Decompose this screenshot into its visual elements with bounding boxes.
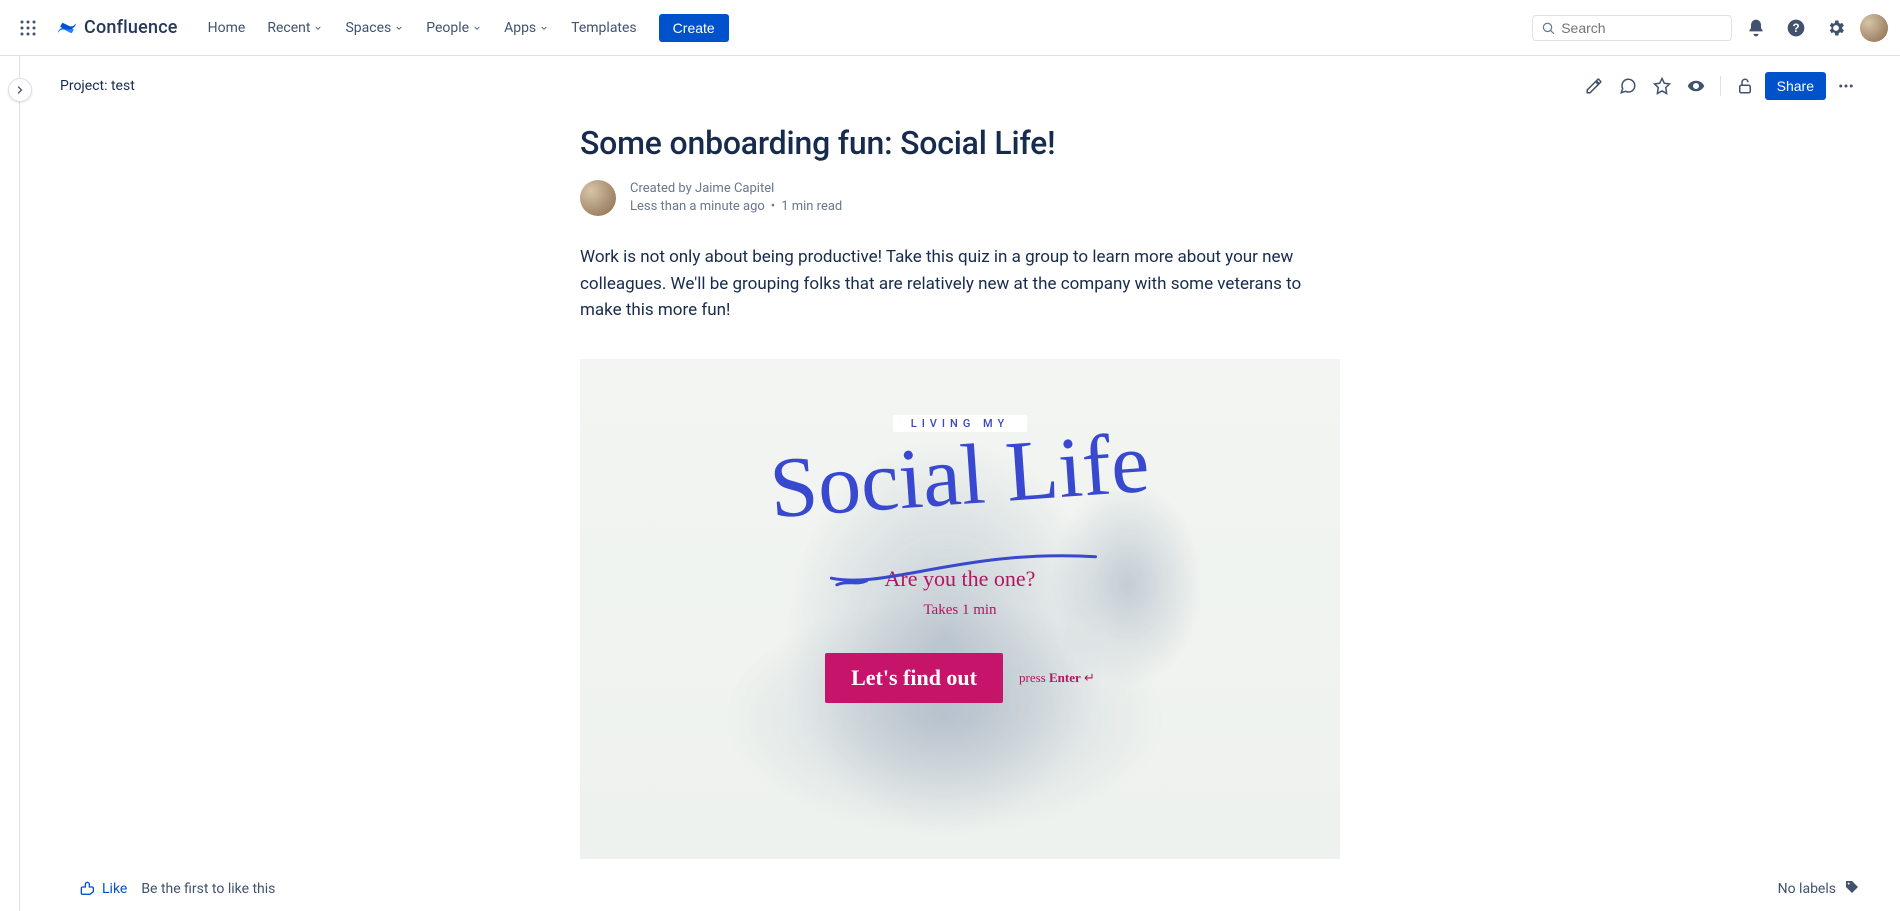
- read-time: 1 min read: [781, 198, 842, 216]
- profile-avatar[interactable]: [1860, 14, 1888, 42]
- nav-home[interactable]: Home: [198, 14, 256, 42]
- search-icon: [1541, 20, 1555, 36]
- hint-arrow: ↵: [1081, 670, 1095, 685]
- nav-recent[interactable]: Recent: [257, 14, 333, 42]
- more-horizontal-icon: [1837, 77, 1855, 95]
- tag-icon: [1844, 879, 1860, 895]
- pencil-icon: [1585, 77, 1603, 95]
- quiz-keyboard-hint: press Enter ↵: [1019, 670, 1095, 686]
- quiz-embed: LIVING MY Social Life Are you the one? T…: [580, 359, 1340, 859]
- confluence-logo-text: Confluence: [84, 17, 178, 38]
- help-icon[interactable]: ?: [1780, 12, 1812, 44]
- edit-button[interactable]: [1580, 72, 1608, 100]
- labels-row: No labels: [1778, 879, 1860, 899]
- sidebar-collapsed: [0, 56, 20, 911]
- nav-people-label: People: [426, 20, 469, 36]
- created-by-line: Created by Jaime Capitel: [630, 180, 842, 198]
- comment-icon: [1619, 77, 1637, 95]
- author-name[interactable]: Jaime Capitel: [695, 181, 774, 196]
- confluence-logo[interactable]: Confluence: [48, 17, 186, 39]
- time-ago: Less than a minute ago: [630, 198, 765, 216]
- star-icon: [1653, 77, 1671, 95]
- like-button[interactable]: Like: [80, 881, 127, 897]
- eye-icon: [1687, 77, 1705, 95]
- byline: Created by Jaime Capitel Less than a min…: [580, 180, 1340, 216]
- nav-templates[interactable]: Templates: [561, 14, 647, 42]
- like-label: Like: [102, 881, 127, 897]
- star-button[interactable]: [1648, 72, 1676, 100]
- hint-prefix: press: [1019, 670, 1049, 685]
- nav-apps-label: Apps: [504, 20, 536, 36]
- page-header: Project: test Share: [20, 56, 1900, 104]
- settings-icon[interactable]: [1820, 12, 1852, 44]
- like-meta: Be the first to like this: [141, 881, 275, 897]
- thumbs-up-icon: [80, 881, 96, 897]
- chevron-down-icon: [313, 23, 323, 33]
- byline-meta: Less than a minute ago • 1 min read: [630, 198, 842, 216]
- share-button[interactable]: Share: [1765, 72, 1826, 100]
- app-switcher-icon[interactable]: [12, 12, 44, 44]
- dot-separator: •: [771, 198, 775, 216]
- confluence-logo-icon: [56, 17, 78, 39]
- quiz-start-button[interactable]: Let's find out: [825, 653, 1003, 703]
- search-box[interactable]: [1532, 15, 1732, 41]
- page-title: Some onboarding fun: Social Life!: [580, 124, 1340, 162]
- primary-nav: Home Recent Spaces People Apps Templates…: [198, 14, 729, 42]
- content-scroll[interactable]: Some onboarding fun: Social Life! Create…: [20, 104, 1900, 867]
- no-labels-text: No labels: [1778, 881, 1836, 897]
- more-actions-button[interactable]: [1832, 72, 1860, 100]
- quiz-cta-row: Let's find out press Enter ↵: [825, 653, 1095, 703]
- nav-apps[interactable]: Apps: [494, 14, 559, 42]
- page-container: Project: test Share: [20, 56, 1900, 911]
- quiz-script-title: Social Life: [767, 419, 1153, 545]
- watch-button[interactable]: [1682, 72, 1710, 100]
- chevron-down-icon: [472, 23, 482, 33]
- like-row: Like Be the first to like this: [80, 881, 275, 897]
- notifications-icon[interactable]: [1740, 12, 1772, 44]
- add-label-button[interactable]: [1844, 879, 1860, 899]
- create-button[interactable]: Create: [659, 14, 729, 42]
- chevron-down-icon: [539, 23, 549, 33]
- breadcrumb[interactable]: Project: test: [60, 78, 135, 94]
- byline-text: Created by Jaime Capitel Less than a min…: [630, 180, 842, 216]
- nav-home-label: Home: [208, 20, 246, 36]
- page-body: Work is not only about being productive!…: [580, 244, 1340, 323]
- nav-spaces-label: Spaces: [345, 20, 391, 36]
- created-by-prefix: Created by: [630, 181, 695, 196]
- unlock-icon: [1736, 77, 1754, 95]
- quiz-content: LIVING MY Social Life Are you the one? T…: [580, 359, 1340, 859]
- topbar-right: ?: [1532, 12, 1888, 44]
- chevron-right-icon: [14, 84, 26, 96]
- author-avatar[interactable]: [580, 180, 616, 216]
- page-footer-bar: Like Be the first to like this No labels: [40, 867, 1900, 911]
- comments-button[interactable]: [1614, 72, 1642, 100]
- separator: [1720, 76, 1721, 96]
- expand-sidebar-button[interactable]: [8, 78, 32, 102]
- hint-key: Enter: [1049, 670, 1081, 685]
- page-actions: Share: [1580, 72, 1860, 100]
- quiz-time: Takes 1 min: [923, 602, 996, 619]
- page-content: Some onboarding fun: Social Life! Create…: [560, 124, 1360, 867]
- chevron-down-icon: [394, 23, 404, 33]
- nav-recent-label: Recent: [267, 20, 310, 36]
- nav-people[interactable]: People: [416, 14, 492, 42]
- top-navbar: Confluence Home Recent Spaces People App…: [0, 0, 1900, 56]
- nav-spaces[interactable]: Spaces: [335, 14, 414, 42]
- topbar-left: Confluence Home Recent Spaces People App…: [12, 12, 729, 44]
- restrictions-button[interactable]: [1731, 72, 1759, 100]
- nav-templates-label: Templates: [571, 20, 637, 36]
- svg-text:?: ?: [1792, 22, 1799, 35]
- search-input[interactable]: [1561, 20, 1723, 36]
